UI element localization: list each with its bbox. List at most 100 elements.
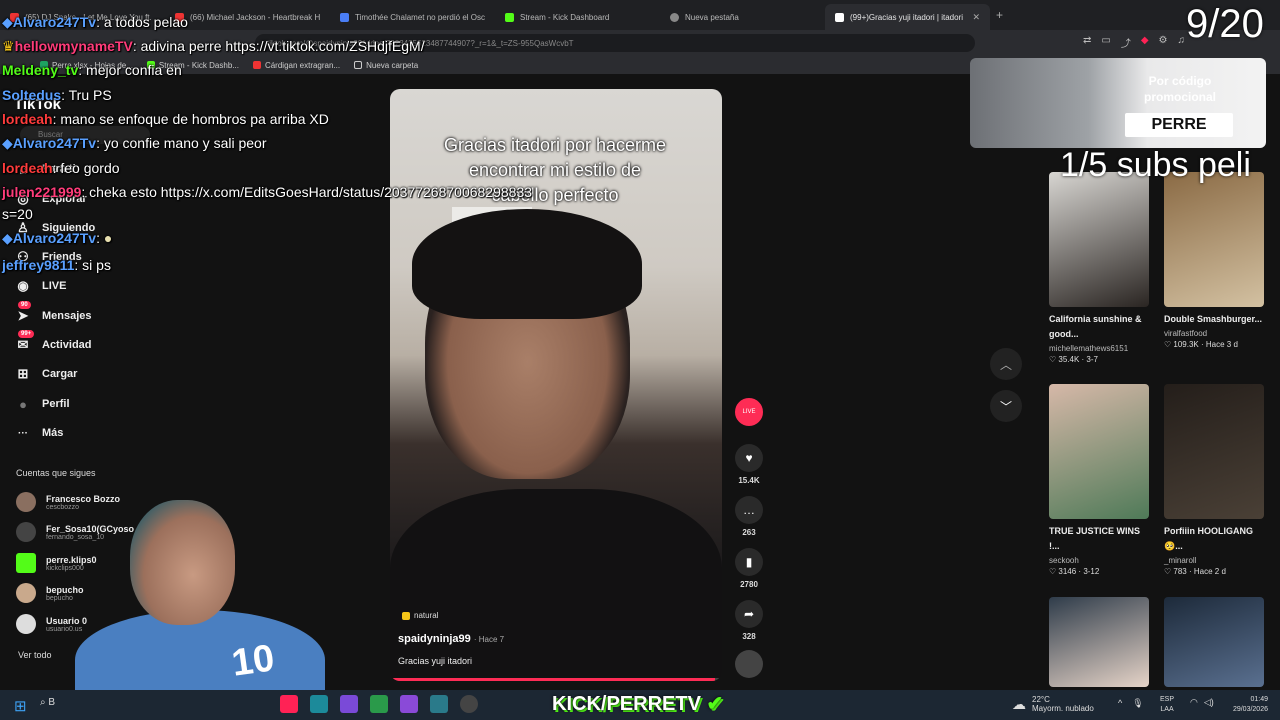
app-icon[interactable] xyxy=(400,695,418,713)
video-author[interactable]: spaidyninja99 · Hace 7 xyxy=(398,633,504,645)
chat-user: Alvaro247Tv xyxy=(12,14,97,30)
card-user: seckooh xyxy=(1049,556,1079,565)
browser-tab[interactable]: Nueva pestaña xyxy=(660,4,825,30)
previous-video-button[interactable]: ︿ xyxy=(990,348,1022,380)
see-all-link[interactable]: Ver todo xyxy=(18,650,52,660)
screenshot-icon[interactable]: ▭ xyxy=(1101,35,1110,50)
tab-label: Nueva pestaña xyxy=(685,12,739,22)
share-count: 328 xyxy=(742,632,756,641)
chat-user: Soltedus xyxy=(2,87,62,103)
nav-activity[interactable]: ✉ 99+ Actividad xyxy=(14,330,92,354)
language-indicator[interactable]: ESP LAA xyxy=(1160,695,1174,715)
suggested-video-card[interactable]: Porfiiin HOOLIGANG 🥺... _minaroll ♡ 783 … xyxy=(1164,384,1266,576)
media-icon[interactable]: ♫ xyxy=(1178,35,1186,50)
bookmark[interactable]: Nueva carpeta xyxy=(354,61,418,70)
new-tab-icon[interactable]: + xyxy=(996,8,1003,22)
followed-account[interactable]: bepucho bepucho xyxy=(16,583,84,603)
suggested-video-card[interactable] xyxy=(1164,597,1266,687)
chat-text: s=20 xyxy=(2,206,33,222)
nav-messages[interactable]: ➤ 90 Mensajes xyxy=(14,301,92,325)
save-button[interactable]: ▮ 2780 xyxy=(734,548,764,589)
card-likes: 109.3K xyxy=(1173,340,1199,349)
browser-tab-active[interactable]: (99+)Gracias yuji itadori | itadori ✕ xyxy=(825,4,990,30)
crown-icon: ♛ xyxy=(2,38,15,54)
folder-icon[interactable] xyxy=(340,695,358,713)
obs-icon[interactable] xyxy=(460,695,478,713)
chat-text: : mano se enfoque de hombros pa arriba X… xyxy=(52,111,329,127)
progress-fill xyxy=(390,678,716,681)
nav-more[interactable]: ··· Más xyxy=(14,424,63,442)
card-user: michellemathews6151 xyxy=(1049,344,1129,353)
heart-icon: ♡ xyxy=(1164,567,1174,576)
windows-start-icon[interactable]: ⊞ xyxy=(14,697,27,715)
suggested-video-card[interactable]: California sunshine & good... michellema… xyxy=(1049,172,1151,364)
bookmark[interactable]: Cárdigan extragran... xyxy=(252,61,340,70)
close-icon[interactable]: ✕ xyxy=(972,12,980,23)
video-thumbnail xyxy=(1049,384,1149,519)
brave-icon[interactable] xyxy=(280,695,298,713)
suggested-video-card[interactable] xyxy=(1049,597,1151,687)
chevron-up-icon[interactable]: ^ xyxy=(1118,698,1122,709)
promo-text: Por código promocional xyxy=(1143,74,1216,104)
chat-user: julen221999 xyxy=(2,184,82,200)
share-button[interactable]: ➦ 328 xyxy=(734,600,764,641)
nav-label: Mensajes xyxy=(42,310,92,322)
browser-tab[interactable]: (66) Michael Jackson - Heartbreak H xyxy=(165,4,330,30)
chat-text: : feo gordo xyxy=(52,160,120,176)
nav-live[interactable]: ◉ LIVE xyxy=(14,277,66,295)
tab-label: Stream - Kick Dashboard xyxy=(520,12,610,22)
edge-icon[interactable] xyxy=(310,695,328,713)
streamer-webcam: 10 xyxy=(75,500,325,710)
like-button[interactable]: ♥ 15.4K xyxy=(734,444,764,485)
chat-user: Alvaro247Tv xyxy=(12,135,97,151)
translate-icon[interactable]: ⇄ xyxy=(1083,35,1091,50)
card-title: California sunshine & good... xyxy=(1049,314,1142,339)
chat-message: jeffrey9811: si ps xyxy=(2,257,111,273)
avatar: LIVE xyxy=(735,398,763,426)
clock-time: 01:49 xyxy=(1250,696,1268,703)
kick-badge-icon: ◆ xyxy=(2,230,13,246)
clock-date: 29/03/2026 xyxy=(1232,706,1268,713)
live-icon: ◉ xyxy=(17,278,29,293)
browser-tab[interactable]: Timothée Chalamet no perdió el Osc xyxy=(330,4,495,30)
extensions-icon[interactable]: ⚙ xyxy=(1159,35,1168,50)
next-video-button[interactable]: ﹀ xyxy=(990,390,1022,422)
music-disc[interactable] xyxy=(734,650,764,678)
taskbar-clock[interactable]: 01:49 29/03/2026 xyxy=(1222,695,1268,715)
video-tag[interactable]: natural xyxy=(402,611,438,620)
taskbar-search[interactable]: ⌕ B xyxy=(40,697,55,708)
live-avatar-button[interactable]: LIVE xyxy=(734,398,764,426)
card-date: Hace 3 d xyxy=(1205,340,1238,349)
card-likes: 783 xyxy=(1173,567,1187,576)
suggested-video-card[interactable]: Double Smashburger... viralfastfood ♡ 10… xyxy=(1164,172,1266,349)
video-player[interactable]: Gracias itadori por hacerme encontrar mi… xyxy=(390,89,722,681)
comment-icon: … xyxy=(735,496,763,524)
chat-message: ◆Alvaro247Tv: yo confie mano y sali peor xyxy=(2,135,266,152)
brave-shield-icon[interactable]: ◆ xyxy=(1141,35,1149,50)
chat-user: Alvaro247Tv xyxy=(12,230,97,246)
browser-tab-bar: (65) DJ Snake - Let Me Love You ft. (66)… xyxy=(0,0,1280,30)
webcam-head xyxy=(130,500,235,625)
suggested-video-card[interactable]: TRUE JUSTICE WINS !... seckooh ♡ 3146 · … xyxy=(1049,384,1151,576)
share-icon[interactable]: ⤴ xyxy=(1121,35,1131,50)
weather-widget[interactable]: ☁ 22°C Mayorm. nublado xyxy=(1012,695,1094,713)
mic-icon[interactable]: 🎙 xyxy=(1132,698,1143,709)
chat-text: : mejor confia en xyxy=(78,62,182,78)
wifi-icon[interactable]: ◠ xyxy=(1190,697,1198,708)
live-badge: LIVE xyxy=(742,409,756,415)
volume-icon[interactable]: ◁) xyxy=(1204,697,1214,708)
browser-tab[interactable]: Stream - Kick Dashboard xyxy=(495,4,660,30)
video-thumbnail xyxy=(1049,597,1149,687)
app-icon[interactable] xyxy=(370,695,388,713)
nav-profile[interactable]: ● Perfil xyxy=(14,395,69,413)
screen: (65) DJ Snake - Let Me Love You ft. (66)… xyxy=(0,0,1280,720)
card-date: 3-12 xyxy=(1083,567,1100,576)
app-icon[interactable] xyxy=(430,695,448,713)
comment-button[interactable]: … 263 xyxy=(734,496,764,537)
lang-layout: LAA xyxy=(1160,706,1174,713)
kick-icon xyxy=(505,12,514,22)
nav-label: Actividad xyxy=(42,339,92,351)
video-progress[interactable] xyxy=(390,678,722,681)
card-likes: 35.4K xyxy=(1058,355,1080,364)
nav-upload[interactable]: ⊞ Cargar xyxy=(14,365,78,383)
